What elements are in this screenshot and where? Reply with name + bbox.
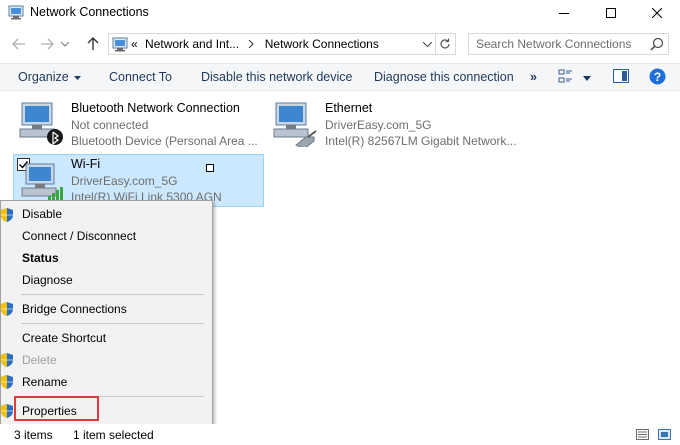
minimize-icon bbox=[559, 13, 569, 14]
details-view-icon[interactable] bbox=[636, 429, 649, 440]
ethernet-connection-name: Ethernet bbox=[325, 101, 373, 115]
menu-bridge-connections[interactable]: Bridge Connections bbox=[22, 302, 127, 316]
title-bar: Network Connections bbox=[0, 0, 680, 26]
ethernet-connection-item[interactable]: Ethernet DriverEasy.com_5G Intel(R) 8256… bbox=[268, 98, 528, 150]
menu-separator bbox=[21, 294, 204, 295]
focus-marker-icon bbox=[206, 164, 214, 172]
diagnose-connection-button[interactable]: Diagnose this connection bbox=[374, 70, 514, 84]
address-bar[interactable]: « Network and Int... Network Connections bbox=[108, 33, 436, 55]
minimize-button[interactable] bbox=[541, 0, 587, 26]
menu-separator bbox=[21, 323, 204, 324]
breadcrumb-network-connections[interactable]: Network Connections bbox=[265, 37, 379, 51]
close-icon bbox=[652, 8, 662, 18]
svg-text:?: ? bbox=[654, 70, 661, 84]
back-button[interactable] bbox=[10, 36, 28, 52]
dropdown-arrow-icon bbox=[73, 75, 81, 80]
menu-delete: Delete bbox=[22, 353, 57, 367]
organize-button[interactable]: Organize bbox=[18, 70, 81, 84]
bluetooth-connection-item[interactable]: Bluetooth Network Connection Not connect… bbox=[0, 98, 260, 150]
forward-arrow-icon bbox=[41, 38, 54, 50]
recent-locations-button[interactable] bbox=[58, 36, 72, 52]
context-menu: Disable Connect / Disconnect Status Diag… bbox=[0, 200, 213, 428]
bluetooth-connection-device: Bluetooth Device (Personal Area ... bbox=[71, 134, 258, 148]
bluetooth-connection-name: Bluetooth Network Connection bbox=[71, 101, 240, 115]
address-overflow[interactable]: « bbox=[131, 37, 138, 51]
large-icons-view-icon[interactable] bbox=[658, 429, 671, 440]
breadcrumb-network-internet[interactable]: Network and Int... bbox=[145, 37, 239, 51]
selection-count: 1 item selected bbox=[73, 428, 154, 442]
change-view-button[interactable] bbox=[558, 69, 574, 87]
up-arrow-icon bbox=[87, 37, 99, 50]
maximize-icon bbox=[606, 8, 616, 18]
search-icon bbox=[650, 37, 664, 51]
up-button[interactable] bbox=[84, 36, 102, 52]
bluetooth-connection-status: Not connected bbox=[71, 118, 149, 132]
admin-shield-icon bbox=[1, 375, 13, 389]
menu-rename[interactable]: Rename bbox=[22, 375, 67, 389]
organize-label: Organize bbox=[18, 70, 69, 84]
ethernet-adapter-icon bbox=[273, 102, 317, 147]
preview-pane-icon bbox=[613, 69, 629, 83]
wifi-connection-status: DriverEasy.com_5G bbox=[71, 174, 178, 188]
menu-disable[interactable]: Disable bbox=[22, 207, 62, 221]
view-dropdown-button[interactable] bbox=[583, 70, 591, 84]
bluetooth-adapter-icon bbox=[19, 102, 63, 146]
window-title: Network Connections bbox=[30, 5, 149, 19]
close-button[interactable] bbox=[634, 0, 680, 26]
help-icon: ? bbox=[649, 68, 666, 85]
command-bar: Organize Connect To Disable this network… bbox=[0, 63, 680, 91]
menu-connect-disconnect[interactable]: Connect / Disconnect bbox=[22, 229, 136, 243]
help-button[interactable]: ? bbox=[649, 68, 666, 88]
admin-shield-icon bbox=[1, 353, 13, 367]
connect-to-button[interactable]: Connect To bbox=[109, 70, 172, 84]
status-bar: 3 items 1 item selected bbox=[0, 424, 680, 445]
refresh-icon bbox=[439, 38, 450, 49]
maximize-button[interactable] bbox=[588, 0, 634, 26]
more-commands-button[interactable]: » bbox=[530, 70, 537, 84]
menu-diagnose[interactable]: Diagnose bbox=[22, 273, 73, 287]
wifi-adapter-icon bbox=[21, 163, 63, 201]
search-input[interactable]: Search Network Connections bbox=[468, 33, 669, 55]
search-placeholder: Search Network Connections bbox=[476, 37, 632, 51]
network-folder-icon bbox=[8, 5, 24, 20]
ethernet-connection-device: Intel(R) 82567LM Gigabit Network... bbox=[325, 134, 517, 148]
menu-status[interactable]: Status bbox=[22, 251, 59, 265]
refresh-button[interactable] bbox=[434, 33, 456, 55]
forward-button[interactable] bbox=[38, 36, 56, 52]
admin-shield-icon bbox=[1, 404, 13, 418]
item-count: 3 items bbox=[14, 428, 53, 442]
menu-create-shortcut[interactable]: Create Shortcut bbox=[22, 331, 106, 345]
wifi-connection-name: Wi-Fi bbox=[71, 157, 101, 171]
chevron-down-icon bbox=[422, 41, 432, 47]
dropdown-arrow-icon bbox=[583, 76, 591, 81]
admin-shield-icon bbox=[1, 208, 13, 222]
properties-highlight-box bbox=[14, 396, 99, 421]
ethernet-connection-status: DriverEasy.com_5G bbox=[325, 118, 432, 132]
view-options-icon bbox=[558, 69, 572, 83]
preview-pane-button[interactable] bbox=[613, 69, 629, 86]
breadcrumb-separator-icon bbox=[249, 39, 255, 49]
chevron-down-icon bbox=[61, 41, 69, 47]
back-arrow-icon bbox=[12, 38, 25, 50]
disable-device-button[interactable]: Disable this network device bbox=[201, 70, 352, 84]
admin-shield-icon bbox=[1, 302, 13, 316]
network-folder-icon bbox=[112, 37, 128, 52]
